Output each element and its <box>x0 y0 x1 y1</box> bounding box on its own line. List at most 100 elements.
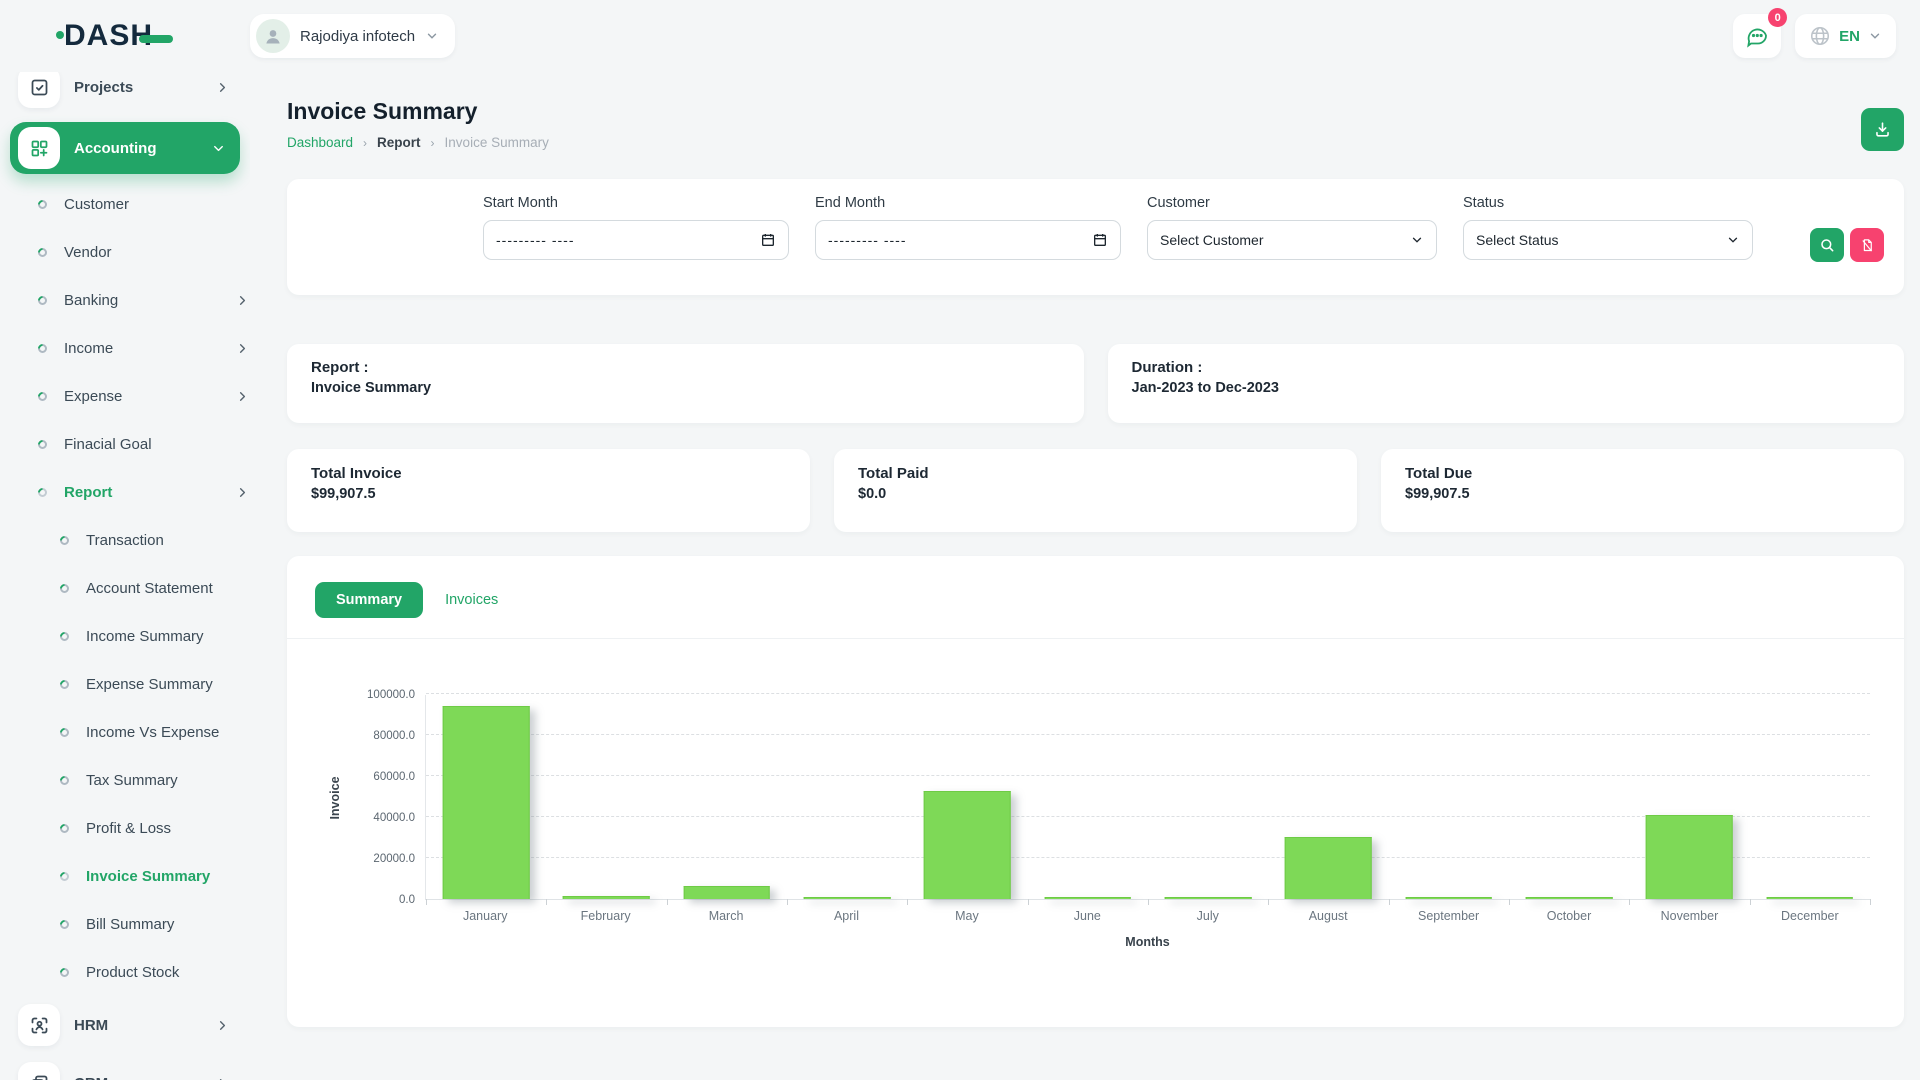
tab-summary[interactable]: Summary <box>315 582 423 618</box>
sidebar-item-transaction[interactable]: Transaction <box>0 516 250 564</box>
sidebar-item-label: Vendor <box>64 244 112 261</box>
y-tick-label: 60000.0 <box>373 771 415 783</box>
duration-label: Duration : <box>1132 359 1881 376</box>
sidebar-item-label: Customer <box>64 196 129 213</box>
bullet-dot-icon <box>58 582 71 595</box>
grid-plus-icon <box>18 127 60 169</box>
sidebar-item-report[interactable]: Report <box>0 468 250 516</box>
tab-invoices[interactable]: Invoices <box>445 592 498 608</box>
y-tick-label: 20000.0 <box>373 853 415 865</box>
bar-june <box>1044 897 1131 899</box>
brand-logo: DASH <box>24 19 250 53</box>
y-tick-label: 100000.0 <box>367 689 415 701</box>
plot-area <box>425 695 1870 900</box>
sidebar-item-account-statement[interactable]: Account Statement <box>0 564 250 612</box>
sidebar-item-hrm[interactable]: HRM <box>0 996 250 1054</box>
breadcrumb-report[interactable]: Report <box>377 135 421 150</box>
sidebar-item-label: Projects <box>74 79 133 96</box>
bullet-dot-icon <box>36 246 49 259</box>
messages-button[interactable]: 0 <box>1733 14 1781 58</box>
bullet-dot-icon <box>58 534 71 547</box>
sidebar-item-income-summary[interactable]: Income Summary <box>0 612 250 660</box>
y-axis-title: Invoice <box>328 758 342 838</box>
sidebar-item-finacial-goal[interactable]: Finacial Goal <box>0 420 250 468</box>
sidebar-item-label: Income Vs Expense <box>86 724 219 741</box>
sidebar-nav: Projects Accounting Customer Vendor Banking I… <box>0 72 250 1080</box>
stat-value: $99,907.5 <box>311 486 786 502</box>
user-focus-icon <box>18 1004 60 1046</box>
bars-container <box>426 695 1870 899</box>
bullet-dot-icon <box>36 486 49 499</box>
total-due-card: Total Due $99,907.5 <box>1381 449 1904 532</box>
x-tick-label: February <box>545 909 665 923</box>
clipboard-icon <box>18 72 60 108</box>
sidebar-item-tax-summary[interactable]: Tax Summary <box>0 756 250 804</box>
reset-filter-button[interactable] <box>1850 228 1884 262</box>
band-april <box>787 695 907 899</box>
sidebar-item-label: Banking <box>64 292 118 309</box>
stat-value: $99,907.5 <box>1405 486 1880 502</box>
report-value: Invoice Summary <box>311 380 1060 396</box>
sidebar: Projects Accounting Customer Vendor Banking I… <box>0 72 250 1080</box>
x-axis-tick <box>1629 899 1630 905</box>
sidebar-item-vendor[interactable]: Vendor <box>0 228 250 276</box>
sidebar-item-product-stock[interactable]: Product Stock <box>0 948 250 996</box>
sidebar-item-label: Accounting <box>74 140 157 157</box>
y-axis: 0.020000.040000.060000.080000.0100000.0 <box>347 695 425 900</box>
language-selector[interactable]: EN <box>1795 14 1896 58</box>
bar-november <box>1646 815 1733 899</box>
sidebar-item-label: Finacial Goal <box>64 436 152 453</box>
x-tick-label: January <box>425 909 545 923</box>
filter-panel: Start Month --------- ---- End Month ---… <box>287 179 1904 295</box>
band-may <box>907 695 1027 899</box>
sidebar-item-income-vs-expense[interactable]: Income Vs Expense <box>0 708 250 756</box>
topbar: DASH Rajodiya infotech 0 <box>0 0 1920 72</box>
sidebar-item-customer[interactable]: Customer <box>0 180 250 228</box>
sidebar-item-banking[interactable]: Banking <box>0 276 250 324</box>
customer-select[interactable]: Select Customer <box>1147 220 1437 260</box>
breadcrumb-dashboard[interactable]: Dashboard <box>287 135 353 150</box>
start-month-input[interactable]: --------- ---- <box>483 220 789 260</box>
bar-march <box>684 886 771 899</box>
band-june <box>1028 695 1148 899</box>
bullet-dot-icon <box>36 438 49 451</box>
sidebar-item-bill-summary[interactable]: Bill Summary <box>0 900 250 948</box>
workspace-selector[interactable]: Rajodiya infotech <box>250 14 455 58</box>
stat-label: Total Invoice <box>311 465 786 482</box>
sidebar-item-expense-summary[interactable]: Expense Summary <box>0 660 250 708</box>
x-tick-label: September <box>1388 909 1508 923</box>
sidebar-item-label: Tax Summary <box>86 772 178 789</box>
x-axis-tick <box>546 899 547 905</box>
apply-filter-button[interactable] <box>1810 228 1844 262</box>
sidebar-item-expense[interactable]: Expense <box>0 372 250 420</box>
sidebar-item-crm[interactable]: CRM <box>0 1054 250 1080</box>
x-tick-label: November <box>1629 909 1749 923</box>
sidebar-item-profit-loss[interactable]: Profit & Loss <box>0 804 250 852</box>
duration-value: Jan-2023 to Dec-2023 <box>1132 380 1881 396</box>
sidebar-item-invoice-summary[interactable]: Invoice Summary <box>0 852 250 900</box>
sidebar-item-income[interactable]: Income <box>0 324 250 372</box>
chevron-right-icon <box>215 1018 230 1033</box>
status-select[interactable]: Select Status <box>1463 220 1753 260</box>
breadcrumb-current: Invoice Summary <box>445 135 549 150</box>
sidebar-item-label: Expense <box>64 388 122 405</box>
band-september <box>1389 695 1509 899</box>
message-count-badge: 0 <box>1768 8 1787 27</box>
chevron-right-icon <box>235 389 250 404</box>
bullet-dot-icon <box>36 294 49 307</box>
divider <box>287 638 1904 639</box>
duration-card: Duration : Jan-2023 to Dec-2023 <box>1108 344 1905 423</box>
sidebar-item-projects[interactable]: Projects <box>0 72 250 116</box>
bullet-dot-icon <box>58 774 71 787</box>
end-month-input[interactable]: --------- ---- <box>815 220 1121 260</box>
x-axis-tick <box>1509 899 1510 905</box>
sidebar-item-label: Income Summary <box>86 628 204 645</box>
x-axis-tick <box>787 899 788 905</box>
x-axis-tick <box>1148 899 1149 905</box>
total-paid-card: Total Paid $0.0 <box>834 449 1357 532</box>
report-label: Report : <box>311 359 1060 376</box>
sidebar-item-accounting[interactable]: Accounting <box>10 122 240 174</box>
download-button[interactable] <box>1861 108 1904 151</box>
band-march <box>667 695 787 899</box>
bar-september <box>1405 897 1492 899</box>
